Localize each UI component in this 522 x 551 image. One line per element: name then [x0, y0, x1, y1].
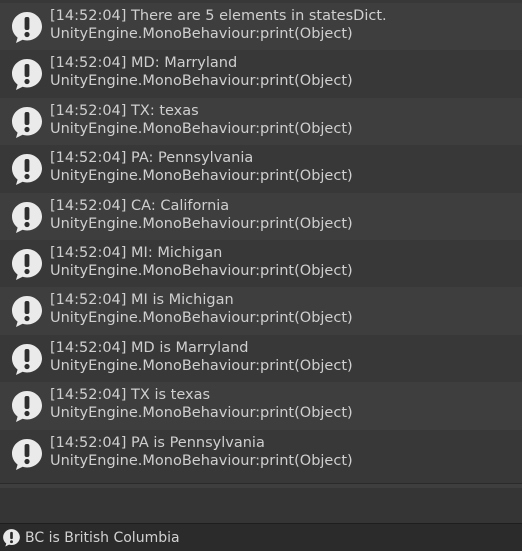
log-source: UnityEngine.MonoBehaviour:print(Object): [50, 168, 353, 185]
log-entry-row[interactable]: [14:52:04] MI: Michigan UnityEngine.Mono…: [0, 239, 522, 288]
partially-visible-log-row: [0, 484, 522, 488]
log-entry-row[interactable]: [14:52:04] MI is Michigan UnityEngine.Mo…: [0, 287, 522, 335]
log-entry-text: [14:52:04] TX is texas UnityEngine.MonoB…: [50, 386, 518, 422]
info-bubble-icon: [12, 438, 42, 470]
log-entry-row[interactable]: [14:52:04] TX: texas UnityEngine.MonoBeh…: [0, 97, 522, 146]
log-message: [14:52:04] PA: Pennsylvania: [50, 150, 254, 167]
log-entry-row[interactable]: [14:52:04] MD: Marryland UnityEngine.Mon…: [0, 50, 522, 98]
status-bar[interactable]: BC is British Columbia: [0, 523, 522, 551]
log-entry-row[interactable]: [14:52:04] PA: Pennsylvania UnityEngine.…: [0, 145, 522, 193]
log-message: [14:52:04] TX is texas: [50, 387, 211, 404]
log-message: [14:52:04] MD: Marryland: [50, 55, 238, 72]
log-source: UnityEngine.MonoBehaviour:print(Object): [50, 357, 353, 374]
info-bubble-icon: [12, 296, 42, 328]
log-entry-text: [14:52:04] MI: Michigan UnityEngine.Mono…: [50, 244, 518, 280]
log-entry-row[interactable]: [14:52:04] MD is Marryland UnityEngine.M…: [0, 334, 522, 383]
log-message: [14:52:04] TX: texas: [50, 102, 199, 119]
log-entry-text: [14:52:04] MD: Marryland UnityEngine.Mon…: [50, 54, 518, 90]
info-bubble-icon: [12, 343, 42, 375]
status-bar-message: BC is British Columbia: [25, 530, 180, 546]
console-log-list-panel[interactable]: [14:52:04] There are 5 elements in state…: [0, 0, 522, 483]
log-source: UnityEngine.MonoBehaviour:print(Object): [50, 120, 353, 137]
info-bubble-icon: [3, 529, 20, 547]
log-source: UnityEngine.MonoBehaviour:print(Object): [50, 310, 353, 327]
log-message: [14:52:04] MD is Marryland: [50, 339, 249, 356]
log-entry-text: [14:52:04] PA is Pennsylvania UnityEngin…: [50, 434, 518, 470]
log-entry-row[interactable]: [14:52:04] TX is texas UnityEngine.MonoB…: [0, 382, 522, 430]
console-detail-area[interactable]: [0, 483, 522, 524]
info-bubble-icon: [12, 106, 42, 138]
info-bubble-icon: [12, 154, 42, 186]
log-entry-text: [14:52:04] CA: California UnityEngine.Mo…: [50, 197, 518, 233]
log-list: [14:52:04] There are 5 elements in state…: [0, 3, 522, 477]
log-source: UnityEngine.MonoBehaviour:print(Object): [50, 452, 353, 469]
log-message: [14:52:04] MI: Michigan: [50, 244, 223, 261]
log-message: [14:52:04] MI is Michigan: [50, 292, 234, 309]
log-entry-text: [14:52:04] There are 5 elements in state…: [50, 7, 518, 43]
info-bubble-icon: [12, 391, 42, 423]
log-message: [14:52:04] CA: California: [50, 197, 230, 214]
log-source: UnityEngine.MonoBehaviour:print(Object): [50, 405, 353, 422]
log-entry-row[interactable]: [14:52:04] PA is Pennsylvania UnityEngin…: [0, 429, 522, 477]
log-entry-row[interactable]: [14:52:04] CA: California UnityEngine.Mo…: [0, 192, 522, 240]
log-source: UnityEngine.MonoBehaviour:print(Object): [50, 73, 353, 90]
info-bubble-icon: [12, 248, 42, 280]
log-entry-text: [14:52:04] PA: Pennsylvania UnityEngine.…: [50, 149, 518, 185]
log-source: UnityEngine.MonoBehaviour:print(Object): [50, 215, 353, 232]
info-bubble-icon: [12, 12, 42, 43]
log-entry-row[interactable]: [14:52:04] There are 5 elements in state…: [0, 3, 522, 51]
log-source: UnityEngine.MonoBehaviour:print(Object): [50, 262, 353, 279]
log-entry-text: [14:52:04] TX: texas UnityEngine.MonoBeh…: [50, 102, 518, 138]
info-bubble-icon: [12, 201, 42, 233]
log-source: UnityEngine.MonoBehaviour:print(Object): [50, 26, 353, 42]
log-entry-text: [14:52:04] MD is Marryland UnityEngine.M…: [50, 339, 518, 375]
log-entry-text: [14:52:04] MI is Michigan UnityEngine.Mo…: [50, 291, 518, 327]
log-message: [14:52:04] PA is Pennsylvania: [50, 434, 265, 451]
log-message: [14:52:04] There are 5 elements in state…: [50, 8, 387, 24]
info-bubble-icon: [12, 59, 42, 91]
